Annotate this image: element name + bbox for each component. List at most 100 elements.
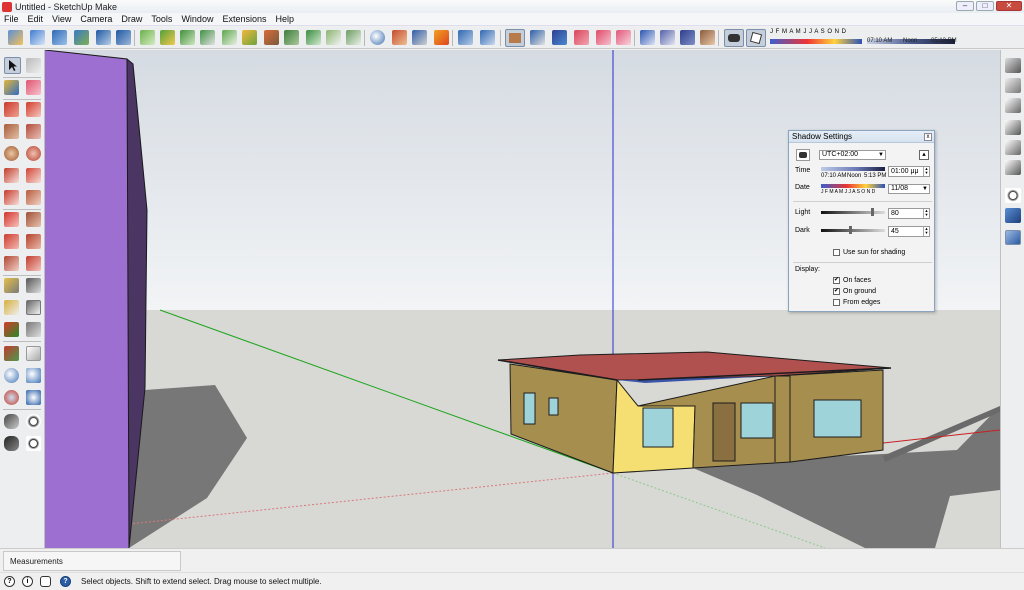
circle-tool-icon[interactable] <box>4 146 19 161</box>
save-icon[interactable] <box>52 30 67 45</box>
render-layer-icon[interactable] <box>574 30 589 45</box>
minimize-button[interactable]: – <box>956 1 974 11</box>
maximize-button[interactable]: □ <box>976 1 994 11</box>
make-component-icon[interactable] <box>26 58 41 73</box>
tape-measure-icon[interactable] <box>4 278 19 293</box>
geo-location-icon[interactable]: ? <box>4 576 15 587</box>
eraser-icon[interactable] <box>26 80 41 95</box>
menu-extensions[interactable]: Extensions <box>222 14 266 24</box>
menu-edit[interactable]: Edit <box>28 14 44 24</box>
follow-me-icon[interactable] <box>26 234 41 249</box>
dark-input[interactable]: 45 ▲ ▼ <box>888 226 930 237</box>
pdf-export-icon[interactable] <box>96 30 111 45</box>
light-slider-thumb[interactable] <box>871 208 874 216</box>
protractor-icon[interactable] <box>4 300 19 315</box>
display-shadows-toggle-icon[interactable] <box>796 149 810 161</box>
measurements-box[interactable]: Measurements <box>3 551 181 571</box>
menu-draw[interactable]: Draw <box>121 14 142 24</box>
expand-dialog-icon[interactable]: ▴ <box>919 150 929 160</box>
arc-tool-icon[interactable] <box>4 168 19 183</box>
wireframe-icon[interactable] <box>640 30 655 45</box>
section-plane-icon[interactable] <box>26 436 41 451</box>
close-button[interactable]: ✕ <box>996 1 1022 11</box>
back-edges-icon[interactable] <box>1005 208 1021 223</box>
menu-window[interactable]: Window <box>181 14 213 24</box>
pie-tool-icon[interactable] <box>26 190 41 205</box>
position-camera-icon[interactable] <box>4 414 19 429</box>
rotated-rectangle-icon[interactable] <box>26 124 41 139</box>
date-slider[interactable] <box>770 39 862 44</box>
rectangle-tool-icon[interactable] <box>4 124 19 139</box>
layers-icon[interactable] <box>326 30 341 45</box>
from-edges-checkbox[interactable] <box>833 299 840 306</box>
dark-slider-thumb[interactable] <box>849 226 852 234</box>
render-by-class-button[interactable] <box>505 29 525 47</box>
back-view-icon[interactable] <box>1005 140 1021 155</box>
subsurface-icon[interactable] <box>180 30 195 45</box>
walk-tool-icon[interactable] <box>4 436 19 451</box>
light-spinner-icon[interactable]: ▲ ▼ <box>923 209 929 218</box>
shaded-icon[interactable] <box>680 30 695 45</box>
light-icon[interactable] <box>242 30 257 45</box>
search-icon[interactable] <box>370 30 385 45</box>
idf-export-icon[interactable] <box>116 30 131 45</box>
menu-tools[interactable]: Tools <box>151 14 172 24</box>
axes-tool-icon[interactable] <box>4 322 19 337</box>
paint-icon[interactable] <box>264 30 279 45</box>
info-tool-icon[interactable] <box>412 30 427 45</box>
hidden-line-icon[interactable] <box>660 30 675 45</box>
menu-help[interactable]: Help <box>275 14 294 24</box>
top-view-icon[interactable] <box>1005 78 1021 93</box>
user-icon[interactable] <box>40 576 51 587</box>
dialog-close-button[interactable]: x <box>924 133 932 141</box>
iso-view-icon[interactable] <box>1005 58 1021 73</box>
polygon-tool-icon[interactable] <box>26 146 41 161</box>
on-faces-checkbox[interactable]: ✔ <box>833 277 840 284</box>
select-tool-icon[interactable] <box>4 57 21 74</box>
date-select[interactable]: 11/08 ▼ <box>888 184 930 194</box>
dimension-tool-icon[interactable] <box>26 278 41 293</box>
look-around-icon[interactable] <box>26 414 41 429</box>
render-construction-icon[interactable] <box>552 30 567 45</box>
time-input[interactable]: 01:00 μμ ▲ ▼ <box>888 166 930 177</box>
outliner-icon[interactable] <box>346 30 361 45</box>
menu-camera[interactable]: Camera <box>80 14 112 24</box>
orbit-tool-icon[interactable] <box>4 346 19 361</box>
shadow-settings-button[interactable] <box>724 29 744 47</box>
paint-bucket-icon[interactable] <box>4 80 19 95</box>
grid-icon[interactable] <box>222 30 237 45</box>
move-tool-icon[interactable] <box>4 212 19 227</box>
front-view-icon[interactable] <box>1005 98 1021 113</box>
freehand-tool-icon[interactable] <box>26 102 41 117</box>
light-slider[interactable] <box>821 211 885 214</box>
zoom-window-icon[interactable] <box>26 368 41 383</box>
get-models-icon[interactable] <box>8 30 23 45</box>
text-tool-icon[interactable] <box>26 300 41 315</box>
dark-slider[interactable] <box>821 229 885 232</box>
left-view-icon[interactable] <box>1005 160 1021 175</box>
render-thermal-zone-icon[interactable] <box>616 30 631 45</box>
time-spinner-icon[interactable]: ▲ ▼ <box>923 167 929 176</box>
time-gradient-slider[interactable] <box>821 167 885 171</box>
shading-icon[interactable] <box>200 30 215 45</box>
date-gradient-slider[interactable] <box>821 184 885 188</box>
zone-icon[interactable] <box>140 30 155 45</box>
on-ground-checkbox[interactable]: ✔ <box>833 288 840 295</box>
xray-icon[interactable] <box>1005 188 1021 203</box>
intersect-icon[interactable] <box>284 30 299 45</box>
rotate-tool-icon[interactable] <box>4 234 19 249</box>
offset-tool-icon[interactable] <box>26 256 41 271</box>
render-info-icon[interactable] <box>458 30 473 45</box>
push-pull-icon[interactable] <box>26 212 41 227</box>
line-tool-icon[interactable] <box>4 102 19 117</box>
zoom-extents-icon[interactable] <box>4 390 19 405</box>
light-input[interactable]: 80 ▲ ▼ <box>888 208 930 219</box>
use-sun-checkbox[interactable] <box>833 249 840 256</box>
scale-tool-icon[interactable] <box>4 256 19 271</box>
share-component-icon[interactable] <box>74 30 89 45</box>
monochrome-icon[interactable] <box>1005 230 1021 245</box>
help-icon[interactable] <box>480 30 495 45</box>
match-icon[interactable] <box>306 30 321 45</box>
filter-icon[interactable] <box>392 30 407 45</box>
timezone-select[interactable]: UTC+02:00 ▼ <box>819 150 886 160</box>
